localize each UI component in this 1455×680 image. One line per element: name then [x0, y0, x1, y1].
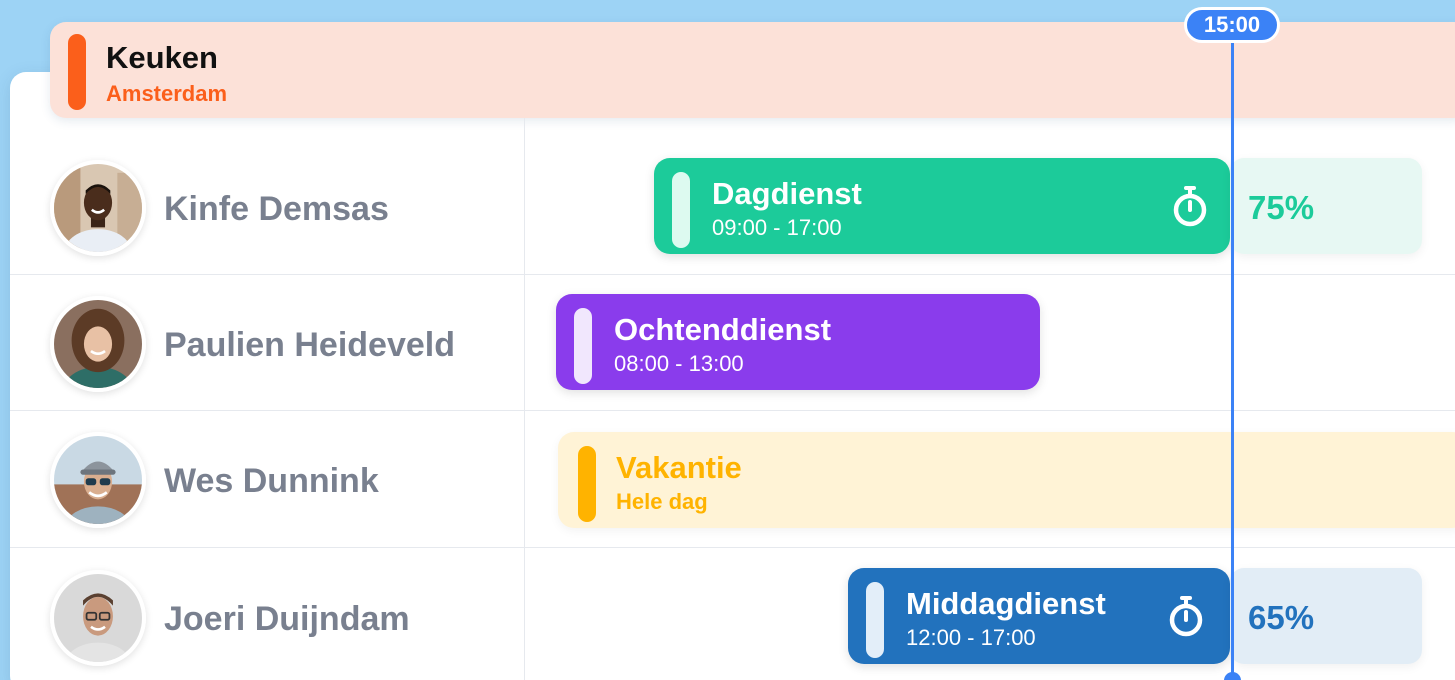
shift-title: Dagdienst — [712, 176, 862, 211]
shift-time: 09:00 - 17:00 — [712, 215, 842, 240]
employee-name: Wes Dunnink — [164, 462, 379, 500]
avatar — [50, 570, 146, 666]
row-divider — [10, 410, 1455, 411]
shift-title: Middagdienst — [906, 586, 1106, 621]
group-location: Amsterdam — [106, 81, 228, 106]
progress-value: 75% — [1248, 189, 1315, 226]
avatar — [50, 296, 146, 392]
current-time-line — [1231, 38, 1234, 680]
current-time-badge: 15:00 — [1184, 7, 1280, 43]
shift-color-bar — [574, 308, 592, 384]
progress-badge: 75% — [1230, 158, 1422, 254]
row-divider — [10, 274, 1455, 275]
stopwatch-icon — [1169, 596, 1203, 637]
shift-color-bar — [578, 446, 596, 522]
employee-name: Paulien Heideveld — [164, 326, 455, 364]
employee-name: Joeri Duijndam — [164, 600, 410, 638]
employee-name: Kinfe Demsas — [164, 190, 389, 228]
shift-title: Vakantie — [616, 450, 742, 485]
avatar — [50, 160, 146, 256]
employee-row[interactable]: Paulien Heideveld — [50, 296, 520, 392]
progress-value: 65% — [1248, 599, 1315, 636]
shift-block-middagdienst[interactable]: Middagdienst 12:00 - 17:00 — [848, 568, 1230, 664]
shift-color-bar — [672, 172, 690, 248]
employee-row[interactable]: Joeri Duijndam — [50, 570, 520, 666]
employee-row[interactable]: Wes Dunnink — [50, 432, 520, 528]
shift-title: Ochtenddienst — [614, 312, 832, 347]
shift-block-ochtenddienst[interactable]: Ochtenddienst 08:00 - 13:00 — [556, 294, 1040, 390]
column-divider — [524, 118, 525, 680]
shift-block-dagdienst[interactable]: Dagdienst 09:00 - 17:00 — [654, 158, 1230, 254]
group-color-bar — [68, 34, 86, 110]
stopwatch-icon — [1173, 186, 1207, 227]
progress-badge: 65% — [1230, 568, 1422, 664]
shift-color-bar — [866, 582, 884, 658]
row-divider — [10, 547, 1455, 548]
group-title: Keuken — [106, 40, 218, 75]
shift-time: 08:00 - 13:00 — [614, 351, 744, 376]
avatar — [50, 432, 146, 528]
shift-block-vakantie[interactable]: Vakantie Hele dag — [558, 432, 1455, 528]
shift-time: 12:00 - 17:00 — [906, 625, 1036, 650]
employee-row[interactable]: Kinfe Demsas — [50, 160, 520, 256]
shift-time: Hele dag — [616, 489, 708, 514]
